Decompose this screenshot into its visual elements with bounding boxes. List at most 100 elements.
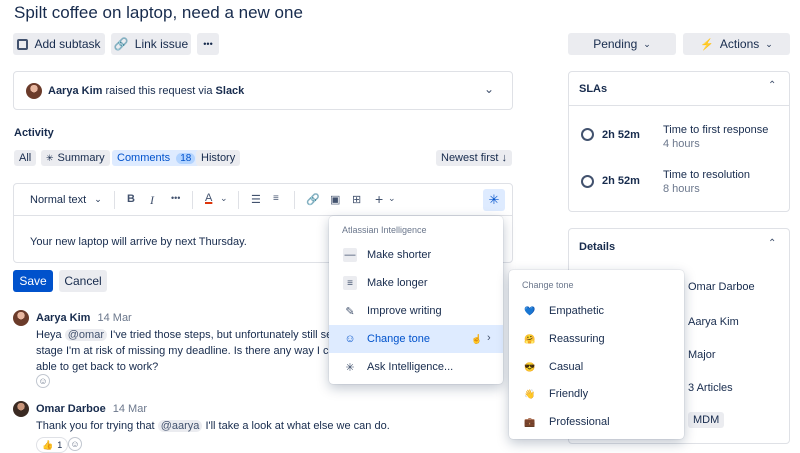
ai-menu-item-ask-intelligence[interactable]: ✳ Ask Intelligence...	[329, 353, 503, 381]
sort-dropdown[interactable]: Newest first ↓	[436, 150, 513, 166]
insert-icon[interactable]: +	[375, 191, 383, 207]
sla-time: 2h 52m	[602, 175, 640, 187]
minus-icon: —	[343, 248, 357, 262]
comment-text: Thank you for trying that	[36, 420, 155, 432]
chevron-down-icon[interactable]: ⌄	[484, 82, 494, 96]
comment-body: Thank you for trying that @aarya I'll ta…	[36, 418, 390, 434]
comment-text: I'll take a look at what else we can do.	[205, 420, 390, 432]
numbered-list-icon[interactable]: ≡	[273, 193, 279, 204]
cancel-button[interactable]: Cancel	[59, 270, 107, 292]
italic-icon[interactable]: I	[150, 193, 154, 208]
detail-value: Major	[688, 349, 716, 361]
chevron-right-icon: ›	[487, 332, 491, 344]
menu-item-label: Ask Intelligence...	[367, 361, 454, 373]
smiley-icon: ☺	[344, 333, 356, 345]
tone-item-professional[interactable]: 💼 Professional	[509, 408, 684, 436]
more-formatting-icon[interactable]: •••	[171, 193, 180, 203]
detail-tag: MDM	[688, 412, 725, 428]
sla-label: Time to first response	[663, 124, 769, 136]
toolbar-divider	[114, 191, 115, 209]
detail-value: Aarya Kim	[688, 316, 739, 328]
details-heading: Details	[579, 241, 616, 253]
actions-dropdown[interactable]: ⚡ Actions ⌄	[683, 33, 790, 55]
detail-value: 3 Articles	[688, 382, 733, 394]
image-icon[interactable]: ▣	[330, 193, 340, 206]
lines-icon: ≡	[343, 276, 357, 290]
add-reaction-icon[interactable]: ☺	[36, 374, 50, 388]
tab-all[interactable]: All	[14, 150, 37, 166]
sla-label: Time to resolution	[663, 169, 751, 181]
subtask-icon	[17, 38, 29, 50]
link-icon[interactable]: 🔗	[306, 193, 320, 206]
tab-history[interactable]: History	[196, 150, 241, 166]
slas-heading: SLAs	[579, 83, 608, 95]
comment-text: stage I'm at risk of missing my deadline…	[36, 345, 336, 357]
menu-item-label: Improve writing	[367, 305, 442, 317]
chevron-down-icon: ⌄	[765, 38, 773, 49]
comment-text: I've tried those steps, but unfortunatel…	[110, 329, 336, 341]
sunglasses-icon: 😎	[524, 361, 536, 372]
request-channel: Slack	[215, 85, 245, 97]
chevron-up-icon[interactable]: ⌃	[768, 238, 776, 249]
request-text: raised this request via	[105, 85, 213, 97]
table-icon[interactable]: ⊞	[352, 193, 361, 206]
tone-item-reassuring[interactable]: 🤗 Reassuring	[509, 325, 684, 353]
status-label: Pending	[593, 37, 638, 51]
chevron-down-icon[interactable]: ⌄	[388, 193, 396, 204]
actions-label: Actions	[719, 37, 760, 51]
ai-menu-item-change-tone[interactable]: ☺ Change tone ☝ ›	[329, 325, 503, 353]
comment-text: able to get back to work?	[36, 361, 159, 373]
text-color-icon[interactable]: A	[205, 192, 212, 204]
tone-item-empathetic[interactable]: 💙 Empathetic	[509, 297, 684, 325]
reaction-chip[interactable]: 👍 1	[36, 437, 69, 453]
ai-menu-item-make-shorter[interactable]: — Make shorter	[329, 241, 503, 269]
tab-comments[interactable]: Comments 18	[112, 150, 201, 166]
sparkle-icon: ✳	[345, 361, 355, 374]
status-dropdown[interactable]: Pending ⌄	[568, 33, 676, 55]
thumbs-up-icon: 👍	[42, 439, 54, 450]
menu-item-label: Casual	[549, 361, 584, 373]
add-subtask-label: Add subtask	[34, 37, 101, 51]
request-summary: Aarya Kim raised this request via Slack	[48, 85, 244, 97]
ai-menu-item-make-longer[interactable]: ≡ Make longer	[329, 269, 503, 297]
toolbar-divider	[294, 191, 295, 209]
tone-item-friendly[interactable]: 👋 Friendly	[509, 380, 684, 408]
menu-item-label: Reassuring	[549, 333, 605, 345]
reaction-count: 1	[57, 440, 63, 450]
comment-author: Omar Darboe	[36, 403, 106, 415]
menu-item-label: Empathetic	[549, 305, 605, 317]
text-style-dropdown[interactable]: Normal text ⌄	[30, 194, 102, 206]
chevron-down-icon[interactable]: ⌄	[220, 193, 228, 204]
tone-item-casual[interactable]: 😎 Casual	[509, 353, 684, 381]
save-button[interactable]: Save	[13, 270, 53, 292]
wave-icon: 👋	[524, 388, 536, 399]
add-reaction-icon[interactable]: ☺	[68, 437, 82, 451]
mention[interactable]: @omar	[64, 329, 107, 341]
sla-target: 8 hours	[663, 183, 700, 195]
tab-summary[interactable]: ✳ Summary	[41, 150, 110, 166]
request-card: Aarya Kim raised this request via Slack …	[13, 71, 513, 110]
avatar	[13, 401, 29, 417]
link-issue-button[interactable]: 🔗 Link issue	[111, 33, 191, 55]
ai-sparkle-icon[interactable]: ✳	[483, 189, 505, 211]
menu-item-label: Professional	[549, 416, 610, 428]
more-button[interactable]: •••	[197, 33, 219, 55]
bold-icon[interactable]: B	[127, 193, 135, 205]
cursor-icon: ☝	[471, 334, 483, 344]
bullet-list-icon[interactable]: ☰	[251, 193, 261, 206]
editor-content[interactable]: Your new laptop will arrive by next Thur…	[30, 236, 247, 248]
sparkle-icon: ✳	[46, 152, 54, 163]
divider	[569, 105, 789, 106]
ai-menu-item-improve-writing[interactable]: ✎ Improve writing	[329, 297, 503, 325]
hug-icon: 🤗	[524, 333, 536, 344]
detail-value: Omar Darboe	[688, 281, 755, 293]
chevron-down-icon: ⌄	[643, 38, 651, 49]
activity-heading: Activity	[14, 127, 54, 139]
mention[interactable]: @aarya	[157, 420, 203, 432]
add-subtask-button[interactable]: Add subtask	[13, 33, 105, 55]
clock-icon	[581, 128, 594, 141]
tone-menu-header: Change tone	[522, 280, 574, 290]
chevron-up-icon[interactable]: ⌃	[768, 80, 776, 91]
slas-panel: SLAs ⌃ 2h 52m Time to first response 4 h…	[568, 71, 790, 212]
avatar	[26, 83, 42, 99]
